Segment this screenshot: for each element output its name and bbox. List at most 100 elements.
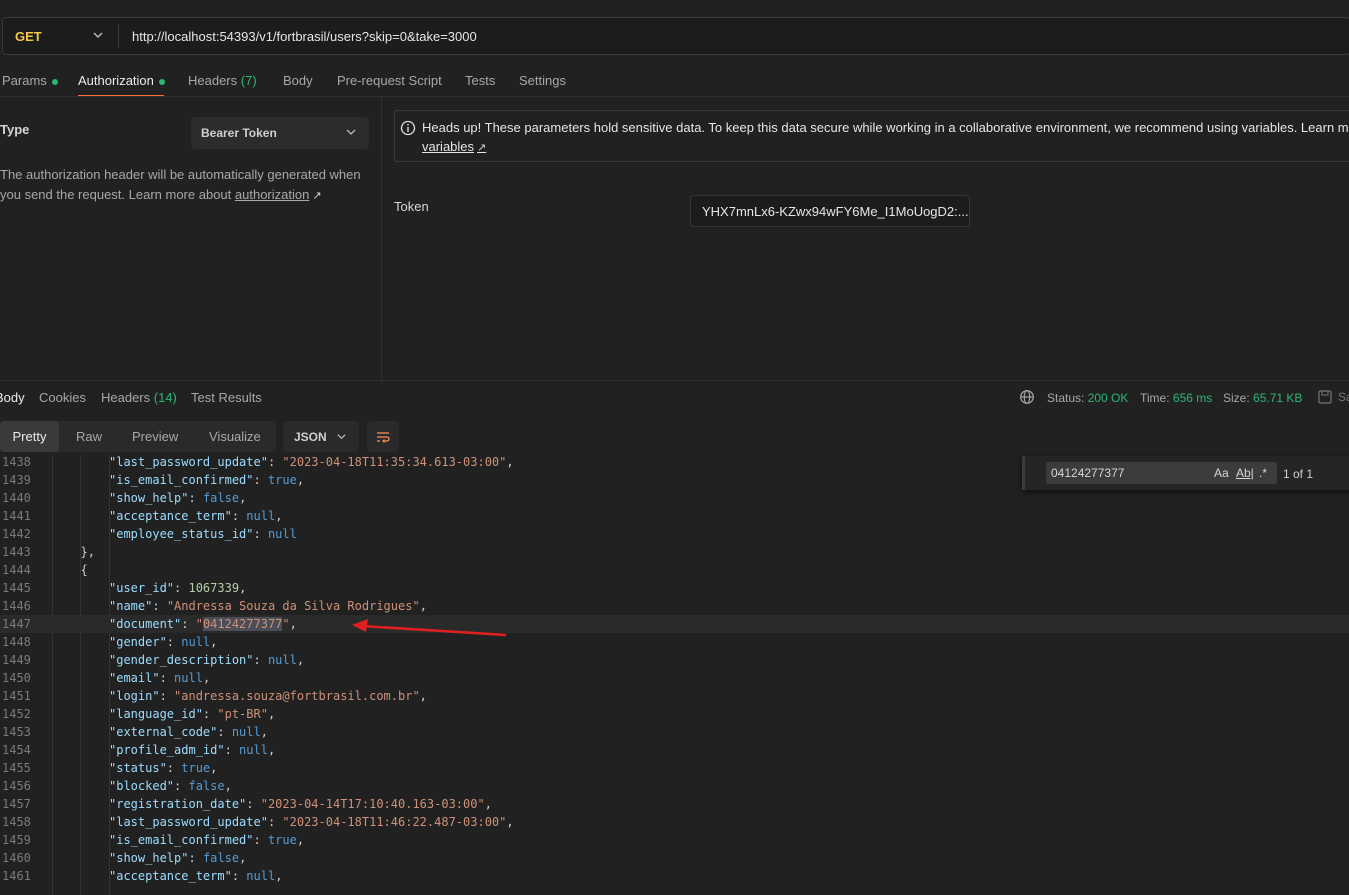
size-value: 65.71 KB [1253,391,1303,405]
chevron-down-icon [346,129,356,135]
wrap-lines-button[interactable] [367,421,399,452]
code-text: "show_help": false, [109,491,247,505]
code-line: 1445 "user_id": 1067339, [0,579,1349,597]
url-divider [118,24,119,48]
size-readout[interactable]: Size: 65.71 KB [1223,391,1302,405]
size-label: Size: [1223,391,1250,405]
tab-tests[interactable]: Tests [465,73,495,88]
annotation-arrow-icon [352,619,507,637]
view-pretty-button[interactable]: Pretty [0,421,59,452]
variables-link[interactable]: variables ↗ [422,139,486,154]
globe-icon[interactable] [1019,389,1035,405]
code-text: "employee_status_id": null [109,527,297,541]
code-text: "user_id": 1067339, [109,581,247,595]
line-number: 1446 [2,599,31,613]
code-text: }, [80,545,95,559]
code-text: "external_code": null, [109,725,268,739]
find-input[interactable]: 04124277377 Aa Ab| .* [1046,462,1277,484]
chevron-down-icon[interactable] [91,28,105,42]
external-link-icon: ↗ [312,190,322,202]
pane-splitter[interactable] [381,97,382,380]
status-readout[interactable]: Status: 200 OK [1047,391,1128,405]
url-bar: GET http://localhost:54393/v1/fortbrasil… [2,17,1349,55]
code-line: 1460 "show_help": false, [0,849,1349,867]
find-widget: 04124277377 Aa Ab| .* 1 of 1 [1022,456,1349,490]
heads-up-banner: Heads up! These parameters hold sensitiv… [394,110,1349,162]
tab-response-headers[interactable]: Headers (14) [101,390,177,405]
tab-test-results[interactable]: Test Results [191,390,262,405]
code-text: "profile_adm_id": null, [109,743,276,757]
view-preview-button[interactable]: Preview [132,421,178,452]
tab-pre-request-script[interactable]: Pre-request Script [337,73,442,88]
tab-label: Authorization [78,73,154,88]
whole-word-icon[interactable]: Ab| [1236,466,1254,480]
chevron-down-icon [337,434,346,440]
auth-type-pane: Type Bearer Token The authorization head… [0,97,382,380]
status-value: 200 OK [1087,391,1129,405]
code-text: "last_password_update": "2023-04-18T11:3… [109,455,514,469]
save-response-button[interactable]: Sa [1338,390,1349,404]
code-text: "is_email_confirmed": true, [109,833,305,847]
method-select[interactable]: GET [15,29,42,44]
code-line: 1458 "last_password_update": "2023-04-18T… [0,813,1349,831]
status-label: Status: [1047,391,1085,405]
authorization-link[interactable]: authorization [235,187,309,202]
code-text: { [80,563,88,577]
line-number: 1442 [2,527,31,541]
regex-icon[interactable]: .* [1259,466,1267,480]
tab-label: Headers [188,73,238,88]
code-line: 1450 "email": null, [0,669,1349,687]
match-count: 1 of 1 [1283,467,1314,481]
view-visualize-button[interactable]: Visualize [209,421,261,452]
time-label: Time: [1140,391,1170,405]
code-text: "document": "04124277377", [109,617,297,631]
line-number: 1460 [2,851,31,865]
find-query: 04124277377 [1051,466,1125,480]
auth-type-value: Bearer Token [201,126,277,140]
code-text: "status": true, [109,761,218,775]
tab-headers[interactable]: Headers (7) [188,73,257,88]
auth-type-select[interactable]: Bearer Token [191,117,369,149]
line-number: 1456 [2,779,31,793]
tab-authorization[interactable]: Authorization [78,73,165,88]
line-number: 1441 [2,509,31,523]
line-number: 1457 [2,797,31,811]
token-input[interactable]: YHX7mnLx6-KZwx94wFY6Me_I1MoUogD2:... [690,195,970,227]
view-raw-button[interactable]: Raw [76,421,102,452]
tab-body[interactable]: Body [283,73,313,88]
code-line: 1454 "profile_adm_id": null, [0,741,1349,759]
code-line: 1452 "language_id": "pt-BR", [0,705,1349,723]
tab-cookies[interactable]: Cookies [39,390,86,405]
code-line: 1446 "name": "Andressa Souza da Silva Rod… [0,597,1349,615]
format-select[interactable]: JSON [283,421,359,452]
code-text: "login": "andressa.souza@fortbrasil.com.… [109,689,427,703]
line-number: 1458 [2,815,31,829]
tab-response-body[interactable]: Body [0,390,25,405]
code-text: "acceptance_term": null, [109,869,283,883]
line-number: 1443 [2,545,31,559]
request-tabs: Params Authorization Headers (7) Body Pr… [0,70,700,96]
line-number: 1440 [2,491,31,505]
code-line: 1441 "acceptance_term": null, [0,507,1349,525]
tab-params[interactable]: Params [2,73,58,88]
line-number: 1447 [2,617,31,631]
line-number: 1454 [2,743,31,757]
save-icon[interactable] [1317,389,1333,405]
view-mode-group: Pretty Raw Preview Visualize [0,421,276,452]
line-number: 1461 [2,869,31,883]
code-text: "is_email_confirmed": true, [109,473,305,487]
code-text: "show_help": false, [109,851,247,865]
response-body-editor[interactable]: 1438 "last_password_update": "2023-04-18T… [0,455,1349,895]
line-number: 1444 [2,563,31,577]
code-line: 1461 "acceptance_term": null, [0,867,1349,885]
match-case-icon[interactable]: Aa [1214,466,1229,480]
line-number: 1450 [2,671,31,685]
line-number: 1459 [2,833,31,847]
code-line: 1459 "is_email_confirmed": true, [0,831,1349,849]
url-input[interactable]: http://localhost:54393/v1/fortbrasil/use… [132,29,477,44]
time-readout[interactable]: Time: 656 ms [1140,391,1212,405]
code-line: 1443}, [0,543,1349,561]
code-line: 1444 { [0,561,1349,579]
tab-settings[interactable]: Settings [519,73,566,88]
time-value: 656 ms [1172,391,1213,405]
